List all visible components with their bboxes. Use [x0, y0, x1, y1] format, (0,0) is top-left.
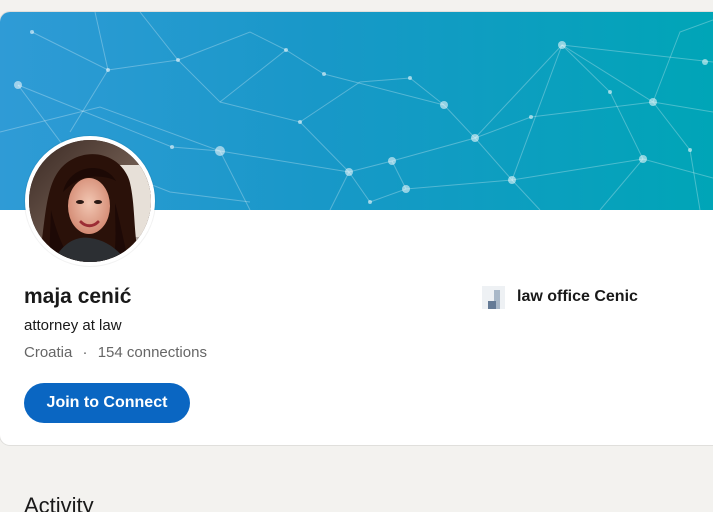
connections-count: 154 connections [97, 344, 207, 361]
join-to-connect-button[interactable]: Join to Connect [24, 383, 190, 423]
profile-meta: Croatia · 154 connections [24, 343, 207, 363]
meta-separator: · [82, 344, 88, 361]
company-name: law office Cenic [517, 288, 638, 305]
company-logo-shape [488, 300, 496, 309]
profile-page: maja cenić attorney at law Croatia · 154… [0, 0, 713, 512]
activity-section-title: Activity [24, 493, 94, 512]
profile-headline: attorney at law [24, 317, 122, 334]
profile-photo-image [29, 140, 151, 262]
company-logo-icon [482, 285, 505, 309]
current-company-link[interactable]: law office Cenic [482, 285, 638, 309]
profile-name: maja cenić [24, 285, 132, 308]
profile-photo[interactable] [25, 136, 155, 266]
profile-location: Croatia [24, 344, 73, 361]
profile-card: maja cenić attorney at law Croatia · 154… [0, 12, 713, 445]
